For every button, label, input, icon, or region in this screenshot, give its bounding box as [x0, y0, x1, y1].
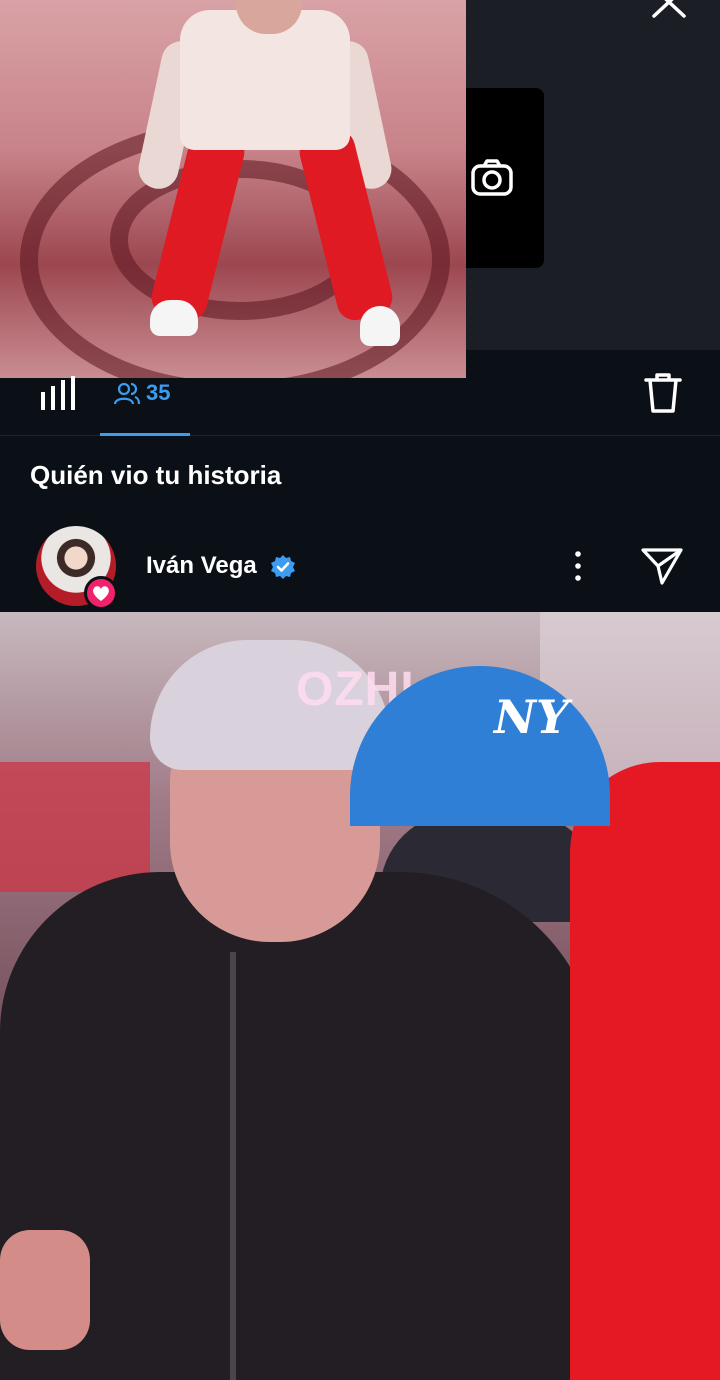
cap-logo: NY — [494, 690, 569, 744]
bar-chart-icon — [41, 376, 75, 410]
person-jacket — [0, 872, 600, 1380]
viewer-row[interactable]: Iván Vega — [0, 520, 720, 612]
verified-icon — [270, 554, 296, 580]
story-video[interactable]: OZHI — [0, 612, 720, 1380]
more-options-icon[interactable] — [566, 548, 590, 584]
send-icon[interactable] — [640, 546, 684, 586]
camera-icon[interactable] — [470, 156, 514, 200]
jacket-zipper — [230, 952, 236, 1380]
close-icon[interactable] — [650, 0, 688, 22]
viewers-count: 35 — [146, 380, 171, 405]
active-tab-indicator — [100, 433, 190, 436]
person-hand — [0, 1230, 90, 1350]
viewers-title: Quién vio tu historia — [30, 460, 282, 490]
background-sign — [0, 762, 150, 892]
tab-viewers[interactable]: 35 — [100, 370, 190, 436]
heart-icon — [93, 586, 109, 601]
tab-insights[interactable] — [38, 374, 78, 414]
dancer-shoe — [360, 306, 400, 346]
like-badge — [84, 576, 118, 610]
story-thumbnail[interactable] — [0, 0, 466, 378]
viewer-name[interactable]: Iván Vega — [146, 552, 257, 580]
trash-icon[interactable] — [644, 372, 682, 414]
red-jacket-figure — [570, 762, 720, 1380]
dancer-shoe — [150, 300, 198, 336]
people-icon — [114, 382, 140, 405]
